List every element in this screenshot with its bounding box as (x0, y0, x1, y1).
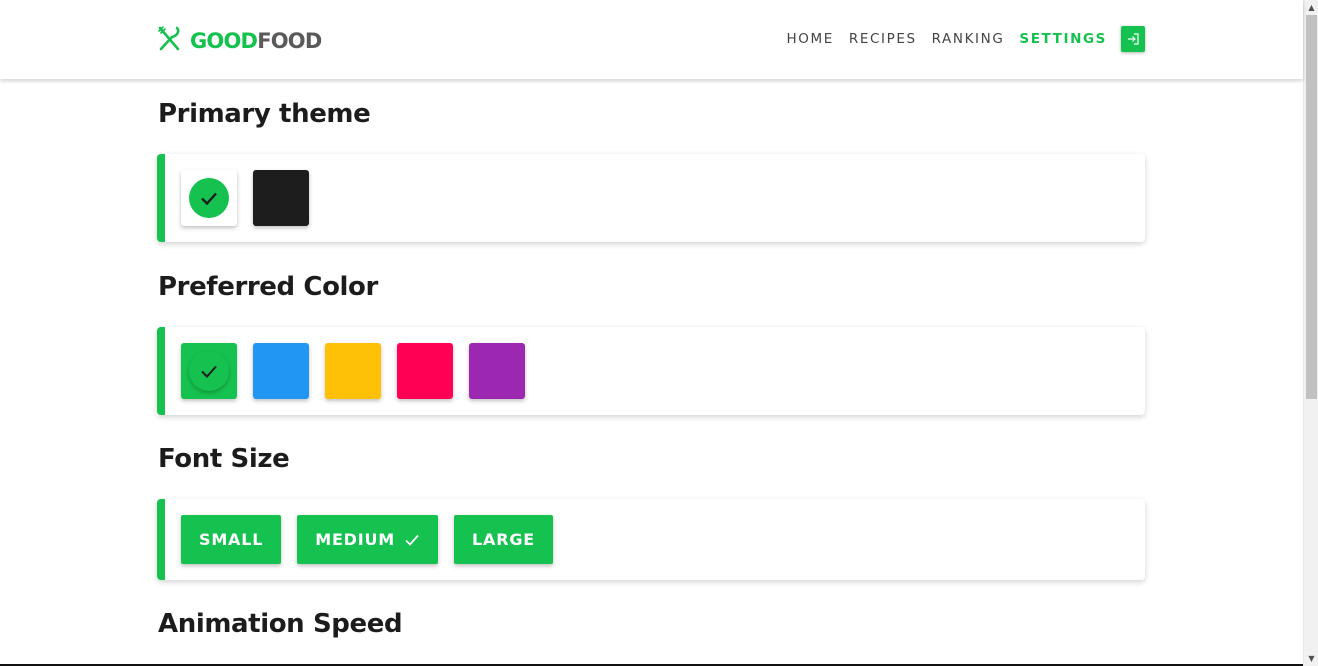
font-size-medium-label: MEDIUM (315, 530, 396, 549)
scrollbar-thumb[interactable] (1306, 15, 1317, 399)
primary-theme-title: Primary theme (158, 99, 371, 129)
scroll-down-icon[interactable]: ▼ (1304, 651, 1318, 666)
color-green-swatch[interactable] (181, 343, 237, 399)
theme-dark-swatch[interactable] (253, 170, 309, 226)
scroll-up-icon[interactable]: ▲ (1304, 0, 1318, 15)
preferred-color-title: Preferred Color (158, 272, 378, 302)
color-purple-swatch[interactable] (469, 343, 525, 399)
brand-name: GOODFOOD (190, 29, 322, 53)
nav-recipes[interactable]: RECIPES (849, 26, 917, 52)
theme-light-swatch[interactable] (181, 170, 237, 226)
color-yellow-swatch[interactable] (325, 343, 381, 399)
nav-settings[interactable]: SETTINGS (1019, 26, 1107, 52)
selected-check (189, 178, 229, 218)
color-blue-swatch[interactable] (253, 343, 309, 399)
brand-name-good: GOOD (190, 29, 258, 53)
check-icon (198, 360, 220, 382)
font-size-small-label: SMALL (199, 530, 264, 549)
font-size-large-label: LARGE (472, 530, 535, 549)
check-icon (395, 532, 420, 548)
vertical-scrollbar[interactable]: ▲ ▼ (1303, 0, 1318, 666)
font-size-medium-button[interactable]: MEDIUM (297, 515, 439, 564)
preferred-color-card (157, 327, 1145, 415)
brand-name-food: FOOD (257, 29, 322, 53)
login-button[interactable] (1121, 26, 1145, 52)
selected-check (189, 351, 229, 391)
font-size-large-button[interactable]: LARGE (454, 515, 553, 564)
login-icon (1127, 33, 1139, 45)
font-size-title: Font Size (158, 444, 290, 474)
font-size-small-button[interactable]: SMALL (181, 515, 282, 564)
nav-ranking[interactable]: RANKING (932, 26, 1005, 52)
top-navbar: GOODFOOD HOME RECIPES RANKING SETTINGS (0, 0, 1303, 79)
check-icon (198, 187, 220, 209)
nav-home[interactable]: HOME (787, 26, 834, 52)
brand-logo[interactable]: GOODFOOD (157, 26, 322, 56)
fork-knife-icon (157, 26, 181, 56)
main-nav: HOME RECIPES RANKING SETTINGS (787, 26, 1145, 52)
color-pink-swatch[interactable] (397, 343, 453, 399)
primary-theme-card (157, 154, 1145, 242)
animation-speed-title: Animation Speed (158, 609, 403, 639)
font-size-card: SMALL MEDIUM LARGE (157, 499, 1145, 580)
